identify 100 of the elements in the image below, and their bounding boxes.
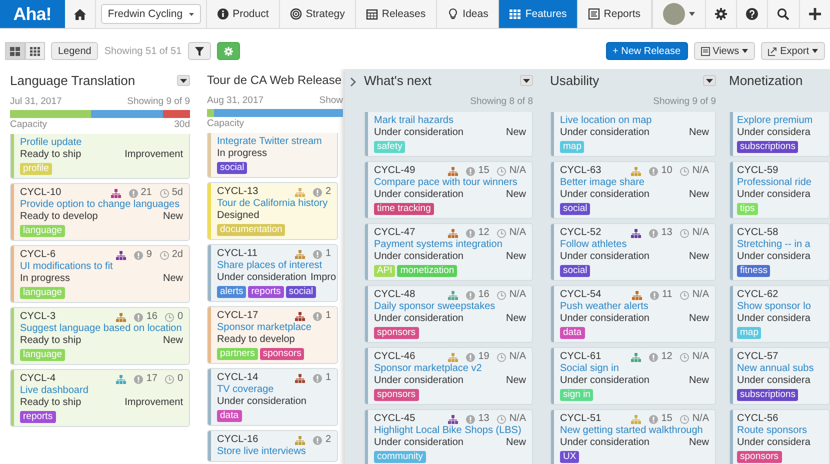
feature-card[interactable]: CYCL-11 1 Share places of interest Under consideration Impro alerts reports social: [207, 244, 338, 302]
feature-card[interactable]: CYCL-62 Show sponsor lo Under considera map: [729, 285, 830, 343]
feature-title[interactable]: New annual subs: [737, 363, 814, 375]
score-icon: [466, 228, 476, 238]
feature-title[interactable]: Route sponsors: [737, 425, 808, 437]
filter-button[interactable]: [188, 42, 211, 60]
nav-tab[interactable]: Reports: [578, 0, 652, 28]
grid-view-icon: [30, 46, 40, 56]
feature-title[interactable]: Daily sponsor sweepstakes: [374, 301, 496, 313]
feature-title[interactable]: Explore premium: [737, 115, 813, 127]
feature-type: Improvement: [124, 149, 183, 161]
feature-title[interactable]: Compare pace with tour winners: [374, 177, 518, 189]
feature-card[interactable]: CYCL-57 New annual subs Under considera subscriptions: [729, 347, 830, 405]
view-toggle-button[interactable]: [5, 42, 25, 60]
filter-icon: [194, 46, 204, 56]
feature-title[interactable]: Payment systems integration: [374, 239, 502, 251]
tag: tips: [737, 203, 758, 215]
feature-status: Under consideration: [374, 127, 464, 139]
feature-id: CYCL-62: [737, 289, 778, 301]
feature-card[interactable]: CYCL-63 10 N/A Better image share Under consideration New social: [550, 161, 716, 219]
nav-tab[interactable]: Features: [499, 0, 578, 28]
feature-card[interactable]: CYCL-49 15 N/A Compare pace with tour winners Under consideration New time tracking: [364, 161, 533, 219]
nav-tab[interactable]: Releases: [356, 0, 437, 28]
legend-button[interactable]: Legend: [51, 42, 98, 60]
feature-title[interactable]: Professional ride: [737, 177, 812, 189]
feature-card[interactable]: CYCL-56 Route sponsors Under considera sponsors: [729, 409, 830, 464]
nav-tab[interactable]: Product: [206, 0, 280, 28]
workspace-dropdown[interactable]: Fredwin Cycling: [100, 4, 201, 24]
feature-title[interactable]: Stretching -- in a: [737, 239, 810, 251]
feature-card[interactable]: CYCL-14 1 TV coverage Under consideration data: [207, 368, 338, 426]
score-icon: [313, 436, 322, 444]
feature-card[interactable]: CYCL-10 21 5d Provide option to change languages Ready to develop New language: [10, 183, 190, 241]
feature-card[interactable]: Mark trail hazards Under consideration New safety: [364, 112, 533, 157]
clock-icon: [497, 352, 506, 362]
feature-card[interactable]: Profile update Ready to ship Improvement profile: [10, 134, 190, 179]
feature-status: Under consideration: [374, 189, 464, 201]
views-button[interactable]: Views: [694, 42, 756, 60]
export-button[interactable]: Export: [761, 42, 825, 60]
feature-card[interactable]: Integrate Twitter stream In progress social: [207, 133, 338, 178]
tag: subscriptions: [737, 141, 798, 153]
feature-title[interactable]: Sponsor marketplace: [217, 322, 312, 334]
new-release-button[interactable]: + New Release: [606, 42, 688, 60]
feature-title[interactable]: Store live interviews: [217, 446, 306, 458]
feature-title[interactable]: Integrate Twitter stream: [217, 136, 322, 148]
plus-icon: [808, 8, 821, 20]
feature-card[interactable]: CYCL-45 13 N/A Highlight Local Bike Shops (LBS) Under consideration New community: [364, 409, 533, 464]
feature-title[interactable]: Highlight Local Bike Shops (LBS): [374, 425, 522, 437]
feature-title[interactable]: Social sign in: [560, 363, 619, 375]
score-icon: [649, 228, 658, 238]
app-logo[interactable]: Aha!: [0, 0, 65, 28]
lightbulb-icon: [446, 8, 459, 20]
feature-card[interactable]: CYCL-4 17 0 Live dashboard Ready to ship Improvement reports: [10, 369, 190, 427]
column-menu-button[interactable]: [520, 75, 533, 86]
feature-title[interactable]: Tour de California history: [217, 198, 328, 210]
feature-status: Under consideration: [374, 251, 464, 263]
feature-card[interactable]: CYCL-3 16 0 Suggest language based on location Ready to ship New language: [10, 307, 190, 365]
feature-card[interactable]: CYCL-16 2 Store live interviews: [207, 430, 338, 462]
feature-title[interactable]: UI modifications to fit: [20, 261, 113, 273]
feature-title[interactable]: Push weather alerts: [560, 301, 648, 313]
estimate-value: N/A: [692, 165, 709, 177]
chevron-right-icon[interactable]: [350, 77, 356, 87]
feature-title[interactable]: Profile update: [20, 137, 82, 149]
feature-status: Under considera: [737, 189, 810, 201]
feature-card[interactable]: CYCL-59 Professional ride Under considera tips: [729, 161, 830, 219]
column-menu-button[interactable]: [177, 75, 190, 86]
feature-card[interactable]: CYCL-47 12 N/A Payment systems integration Under consideration New API monetization: [364, 223, 533, 281]
feature-title[interactable]: Provide option to change languages: [20, 199, 180, 211]
feature-card[interactable]: CYCL-54 11 N/A Push weather alerts Under consideration New data: [550, 285, 716, 343]
feature-title[interactable]: New getting started walkthrough: [560, 425, 703, 437]
feature-card[interactable]: CYCL-58 Stretching -- in a Under considera fitness: [729, 223, 830, 281]
score-value: 2: [325, 434, 331, 446]
feature-title[interactable]: Better image share: [560, 177, 644, 189]
feature-type: New: [506, 127, 526, 139]
feature-card[interactable]: CYCL-46 19 N/A Sponsor marketplace v2 Under consideration New sponsors: [364, 347, 533, 405]
feature-title[interactable]: Share places of interest: [217, 260, 322, 272]
feature-card[interactable]: Live location on map Under consideration New map: [550, 112, 716, 157]
target-icon: [290, 8, 302, 20]
column-menu-button[interactable]: [703, 75, 716, 86]
feature-title[interactable]: Suggest language based on location: [20, 323, 182, 335]
score-value: 21: [140, 187, 152, 199]
feature-title[interactable]: Follow athletes: [560, 239, 627, 251]
feature-title[interactable]: Live dashboard: [20, 385, 88, 397]
feature-card[interactable]: CYCL-6 9 2d UI modifications to fit In progress New language: [10, 245, 190, 303]
feature-card[interactable]: CYCL-48 16 N/A Daily sponsor sweepstakes Under consideration New sponsors: [364, 285, 533, 343]
feature-title[interactable]: Live location on map: [560, 115, 652, 127]
feature-card[interactable]: CYCL-13 2 Tour de California history Designed documentation: [207, 182, 338, 240]
feature-title[interactable]: TV coverage: [217, 384, 274, 396]
feature-card[interactable]: Explore premium Under considera subscriptions: [729, 112, 830, 157]
tag: sponsors: [374, 327, 419, 339]
feature-title[interactable]: Sponsor marketplace v2: [374, 363, 482, 375]
feature-card[interactable]: CYCL-51 15 N/A New getting started walkthrough Under consideration New UX: [550, 409, 716, 464]
feature-card[interactable]: CYCL-17 1 Sponsor marketplace Ready to develop partners sponsors: [207, 306, 338, 364]
nav-tab[interactable]: Strategy: [280, 0, 356, 28]
feature-status: Ready to develop: [217, 334, 295, 346]
view-toggle-button[interactable]: [25, 42, 45, 60]
feature-card[interactable]: CYCL-61 12 N/A Social sign in Under consideration New sign in: [550, 347, 716, 405]
capacity-label: Capacity: [10, 119, 47, 130]
feature-card[interactable]: CYCL-52 13 N/A Follow athletes Under consideration New social: [550, 223, 716, 281]
feature-title[interactable]: Show sponsor lo: [737, 301, 811, 313]
feature-title[interactable]: Mark trail hazards: [374, 115, 454, 127]
